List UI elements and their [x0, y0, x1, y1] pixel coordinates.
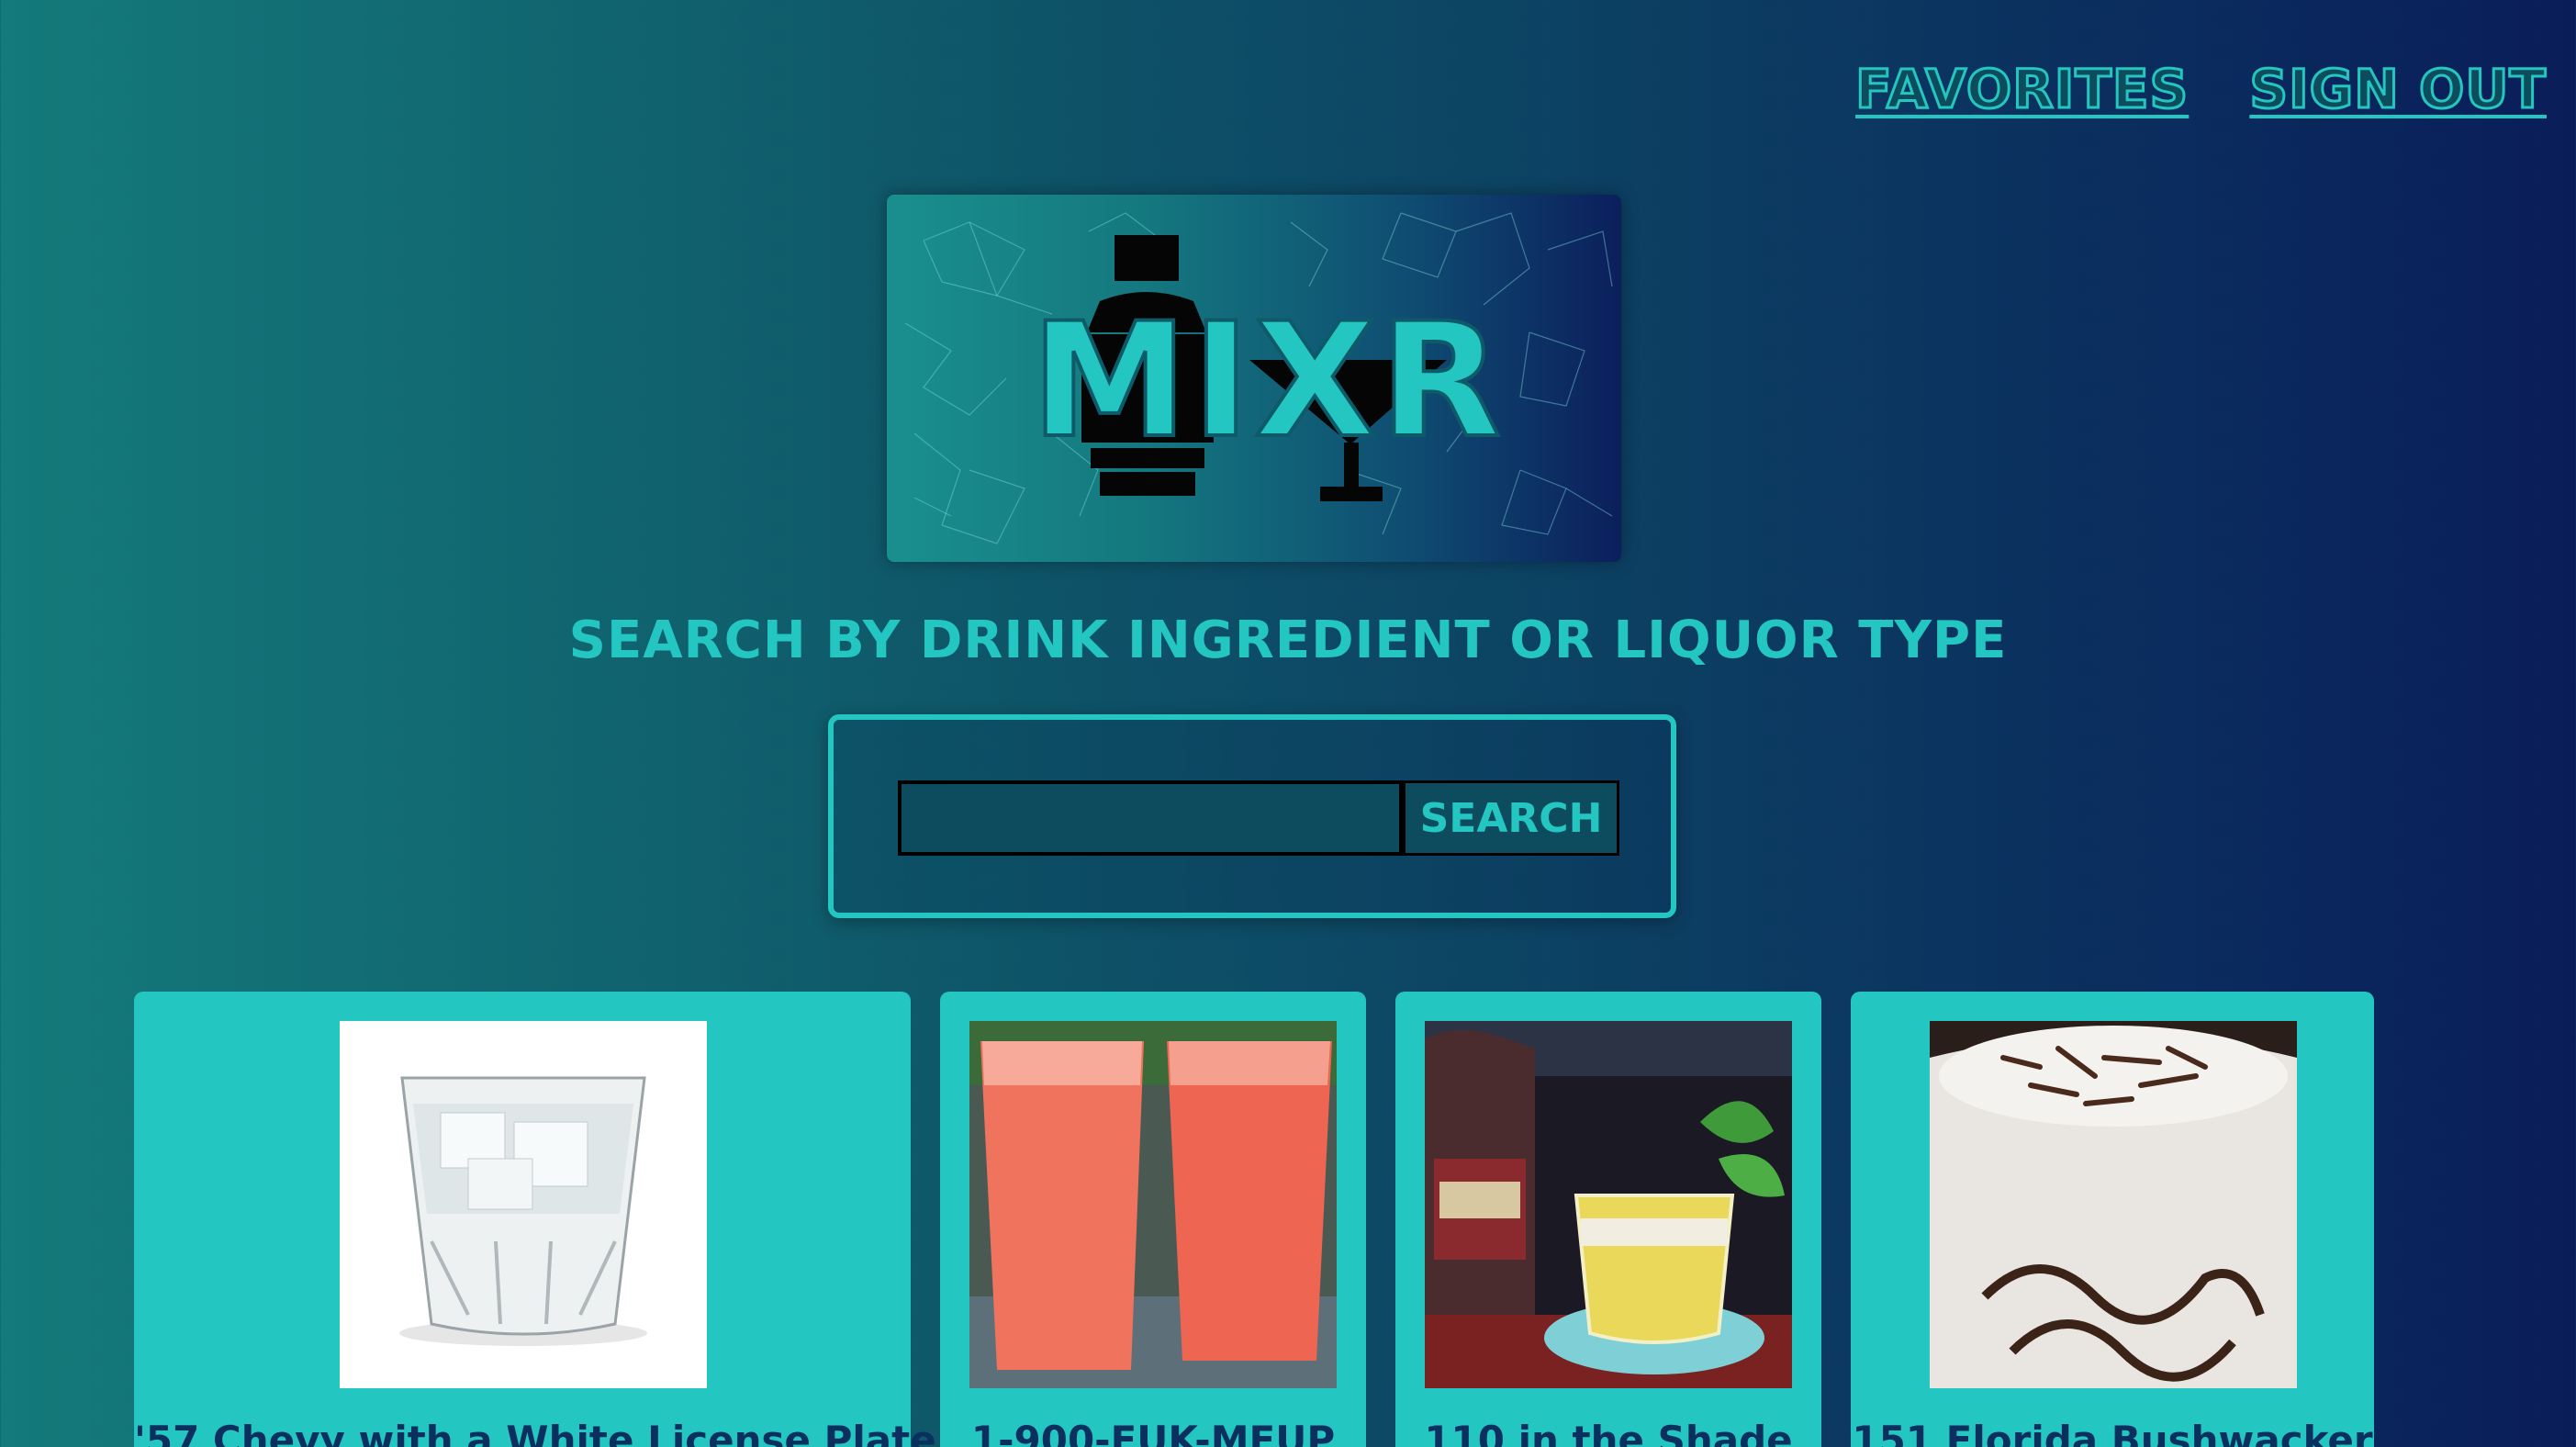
drink-title: 151 Florida Bushwacker: [1852, 1418, 2373, 1447]
drink-image: [969, 1021, 1337, 1388]
logo-artwork: MIXR: [904, 212, 1613, 544]
drink-image: [1425, 1021, 1792, 1388]
sign-out-link[interactable]: Sign Out: [2248, 62, 2548, 118]
search-input[interactable]: [898, 780, 1403, 856]
mixr-logo: MIXR: [887, 195, 1621, 562]
drink-title: 110 in the Shade: [1424, 1418, 1793, 1447]
top-nav: Favorites Sign Out: [1854, 62, 2548, 118]
favorites-link[interactable]: Favorites: [1854, 62, 2190, 118]
search-panel: Search: [828, 714, 1676, 918]
drink-card[interactable]: [134, 992, 911, 1447]
logo-wordmark: MIXR: [1031, 288, 1505, 473]
drink-title: '57 Chevy with a White License Plate: [134, 1418, 936, 1447]
search-button[interactable]: Search: [1403, 780, 1619, 856]
search-heading: Search by drink ingredient or liquor typ…: [568, 611, 2008, 670]
drink-image: [340, 1021, 707, 1388]
drink-card[interactable]: [1851, 992, 2374, 1447]
drink-card[interactable]: [1395, 992, 1821, 1447]
drink-image: [1930, 1021, 2297, 1388]
drink-title: 1-900-FUK-MEUP: [970, 1418, 1336, 1447]
drink-card[interactable]: [940, 992, 1366, 1447]
